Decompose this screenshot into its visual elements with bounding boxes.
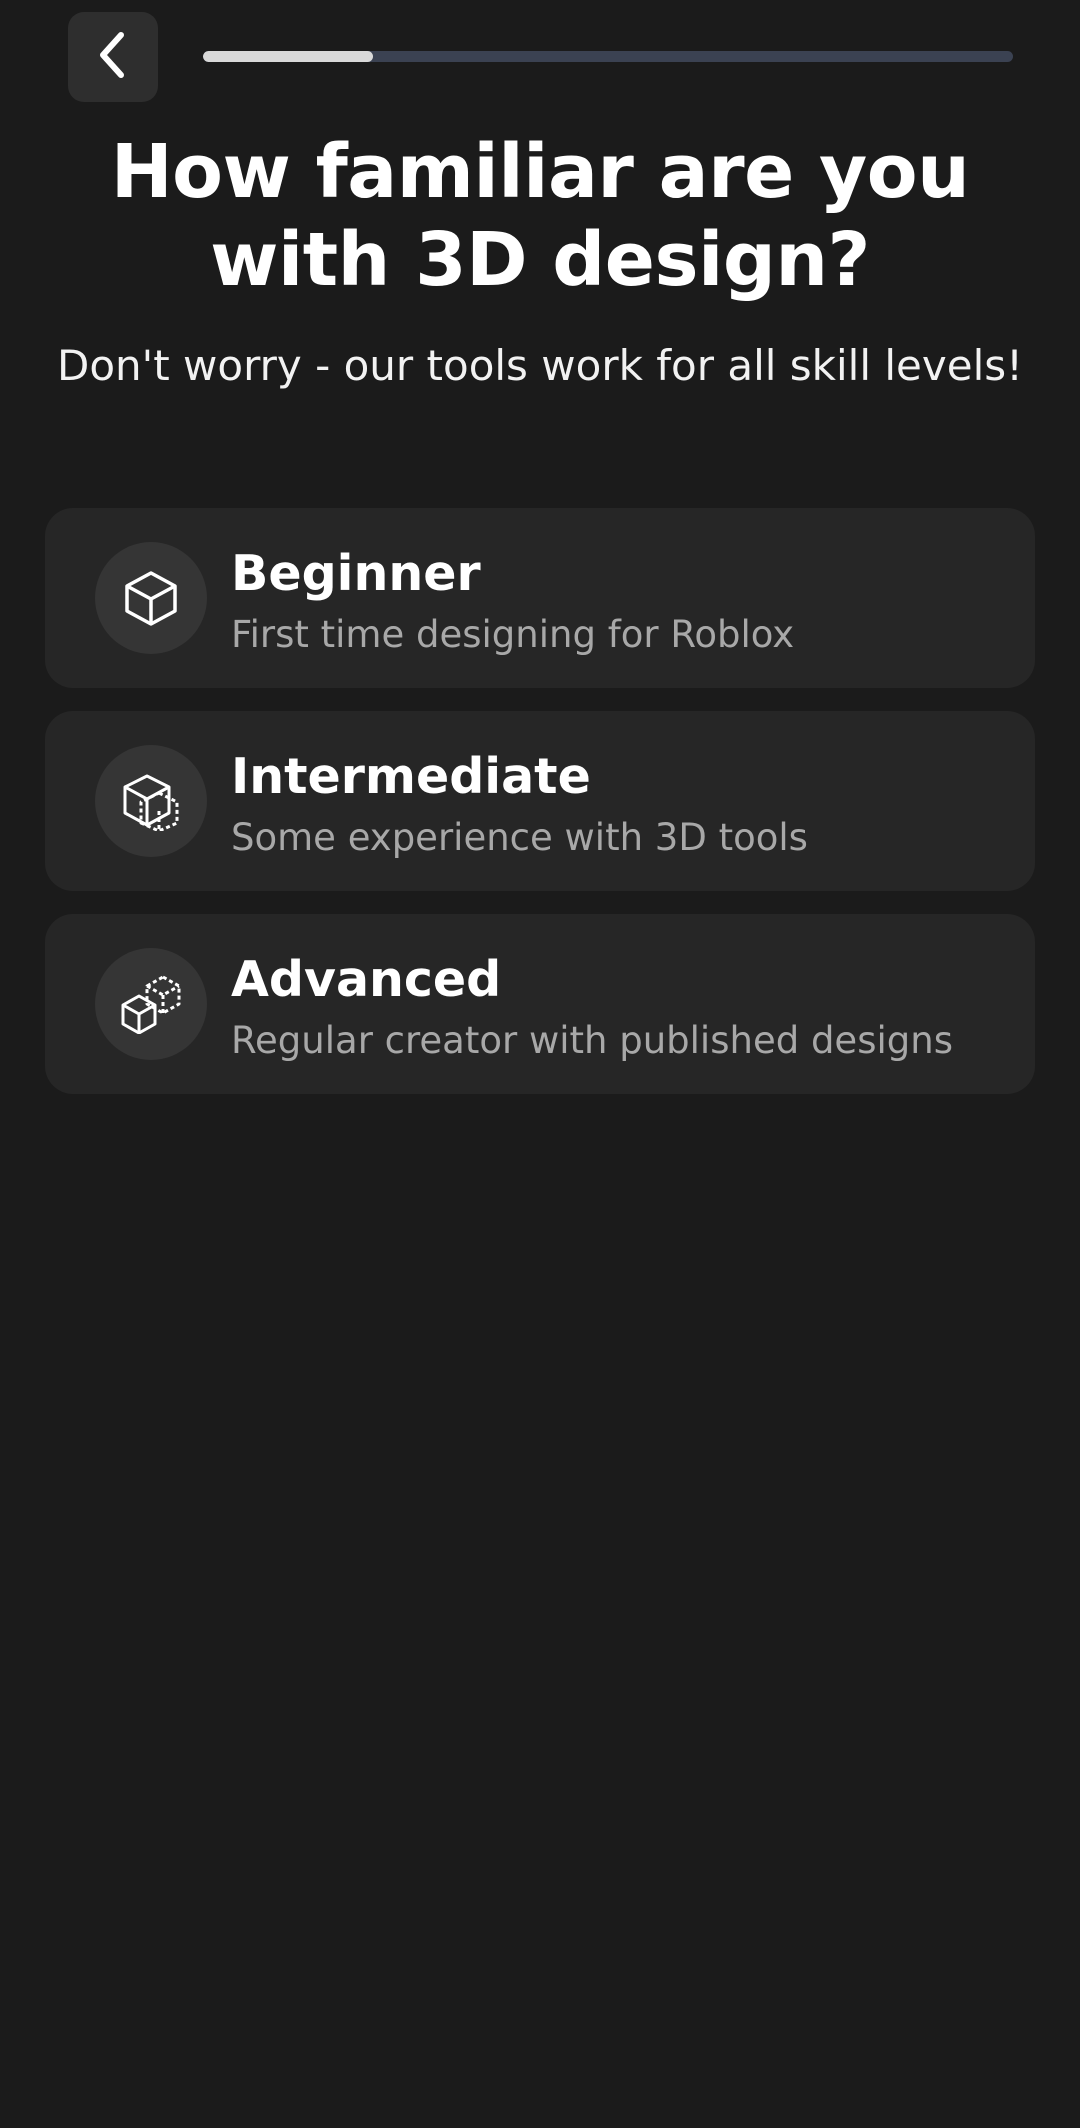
progress-fill (203, 51, 374, 62)
option-description: Regular creator with published designs (231, 1019, 953, 1062)
skill-options: Beginner First time designing for Roblox… (45, 508, 1035, 1117)
option-intermediate[interactable]: Intermediate Some experience with 3D too… (45, 711, 1035, 891)
progress-bar (203, 51, 1013, 62)
option-title: Advanced (231, 951, 502, 1008)
option-title: Intermediate (231, 748, 591, 805)
cube-dashed-icon (95, 745, 207, 857)
option-advanced[interactable]: Advanced Regular creator with published … (45, 914, 1035, 1094)
cube-icon (95, 542, 207, 654)
back-button[interactable] (68, 12, 158, 102)
option-beginner[interactable]: Beginner First time designing for Roblox (45, 508, 1035, 688)
page-title: How familiar are you with 3D design? (110, 129, 970, 303)
option-title: Beginner (231, 545, 481, 602)
page-subtitle: Don't worry - our tools work for all ski… (57, 341, 1023, 390)
cubes-icon (95, 948, 207, 1060)
option-description: First time designing for Roblox (231, 613, 795, 656)
chevron-left-icon (93, 29, 133, 85)
option-description: Some experience with 3D tools (231, 816, 808, 859)
